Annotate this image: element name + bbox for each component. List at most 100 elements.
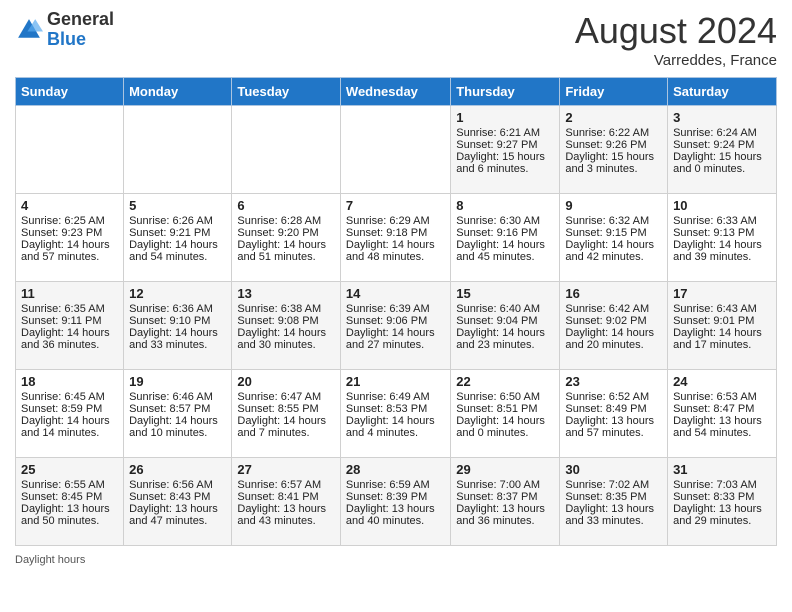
- day-number: 3: [673, 110, 771, 125]
- sunrise: Sunrise: 6:24 AM: [673, 127, 771, 139]
- calendar-cell: 28Sunrise: 6:59 AMSunset: 8:39 PMDayligh…: [340, 458, 450, 546]
- sunset: Sunset: 8:57 PM: [129, 403, 226, 415]
- daylight: Daylight: 14 hours and 51 minutes.: [237, 239, 335, 263]
- day-number: 18: [21, 374, 118, 389]
- sunset: Sunset: 9:01 PM: [673, 315, 771, 327]
- daylight: Daylight: 13 hours and 33 minutes.: [565, 503, 662, 527]
- daylight: Daylight: 14 hours and 42 minutes.: [565, 239, 662, 263]
- day-number: 7: [346, 198, 445, 213]
- sunrise: Sunrise: 6:55 AM: [21, 479, 118, 491]
- daylight: Daylight: 14 hours and 54 minutes.: [129, 239, 226, 263]
- calendar-cell: 13Sunrise: 6:38 AMSunset: 9:08 PMDayligh…: [232, 282, 341, 370]
- sunset: Sunset: 9:27 PM: [456, 139, 554, 151]
- sunset: Sunset: 8:47 PM: [673, 403, 771, 415]
- sunrise: Sunrise: 6:29 AM: [346, 215, 445, 227]
- calendar-cell: 3Sunrise: 6:24 AMSunset: 9:24 PMDaylight…: [668, 106, 777, 194]
- day-number: 29: [456, 462, 554, 477]
- sunset: Sunset: 8:51 PM: [456, 403, 554, 415]
- day-number: 27: [237, 462, 335, 477]
- day-number: 20: [237, 374, 335, 389]
- sunset: Sunset: 9:26 PM: [565, 139, 662, 151]
- sunrise: Sunrise: 6:33 AM: [673, 215, 771, 227]
- sunrise: Sunrise: 7:02 AM: [565, 479, 662, 491]
- daylight: Daylight: 14 hours and 20 minutes.: [565, 327, 662, 351]
- page-header: General Blue August 2024 Varreddes, Fran…: [15, 10, 777, 69]
- day-number: 21: [346, 374, 445, 389]
- daylight: Daylight: 13 hours and 29 minutes.: [673, 503, 771, 527]
- day-number: 28: [346, 462, 445, 477]
- sunrise: Sunrise: 6:30 AM: [456, 215, 554, 227]
- calendar-table: SundayMondayTuesdayWednesdayThursdayFrid…: [15, 77, 777, 546]
- calendar-cell: 10Sunrise: 6:33 AMSunset: 9:13 PMDayligh…: [668, 194, 777, 282]
- sunrise: Sunrise: 6:32 AM: [565, 215, 662, 227]
- sunrise: Sunrise: 6:59 AM: [346, 479, 445, 491]
- daylight: Daylight: 14 hours and 30 minutes.: [237, 327, 335, 351]
- calendar-cell: 27Sunrise: 6:57 AMSunset: 8:41 PMDayligh…: [232, 458, 341, 546]
- calendar-cell: 22Sunrise: 6:50 AMSunset: 8:51 PMDayligh…: [451, 370, 560, 458]
- sunset: Sunset: 9:13 PM: [673, 227, 771, 239]
- sunset: Sunset: 9:06 PM: [346, 315, 445, 327]
- calendar-body: 1Sunrise: 6:21 AMSunset: 9:27 PMDaylight…: [16, 106, 777, 546]
- header-day: Sunday: [16, 78, 124, 106]
- calendar-cell: 15Sunrise: 6:40 AMSunset: 9:04 PMDayligh…: [451, 282, 560, 370]
- calendar-week: 18Sunrise: 6:45 AMSunset: 8:59 PMDayligh…: [16, 370, 777, 458]
- calendar-cell: 23Sunrise: 6:52 AMSunset: 8:49 PMDayligh…: [560, 370, 668, 458]
- day-number: 8: [456, 198, 554, 213]
- day-number: 19: [129, 374, 226, 389]
- sunset: Sunset: 8:41 PM: [237, 491, 335, 503]
- sunrise: Sunrise: 7:00 AM: [456, 479, 554, 491]
- calendar-cell: [340, 106, 450, 194]
- calendar-cell: 14Sunrise: 6:39 AMSunset: 9:06 PMDayligh…: [340, 282, 450, 370]
- daylight: Daylight: 13 hours and 36 minutes.: [456, 503, 554, 527]
- sunset: Sunset: 9:16 PM: [456, 227, 554, 239]
- sunrise: Sunrise: 6:49 AM: [346, 391, 445, 403]
- day-number: 25: [21, 462, 118, 477]
- sunrise: Sunrise: 6:21 AM: [456, 127, 554, 139]
- calendar-cell: 24Sunrise: 6:53 AMSunset: 8:47 PMDayligh…: [668, 370, 777, 458]
- sunset: Sunset: 8:59 PM: [21, 403, 118, 415]
- calendar-header: SundayMondayTuesdayWednesdayThursdayFrid…: [16, 78, 777, 106]
- calendar-cell: 6Sunrise: 6:28 AMSunset: 9:20 PMDaylight…: [232, 194, 341, 282]
- sunset: Sunset: 8:35 PM: [565, 491, 662, 503]
- sunrise: Sunrise: 6:38 AM: [237, 303, 335, 315]
- calendar-cell: 19Sunrise: 6:46 AMSunset: 8:57 PMDayligh…: [124, 370, 232, 458]
- day-number: 30: [565, 462, 662, 477]
- daylight: Daylight: 14 hours and 14 minutes.: [21, 415, 118, 439]
- daylight: Daylight: 14 hours and 27 minutes.: [346, 327, 445, 351]
- sunrise: Sunrise: 6:56 AM: [129, 479, 226, 491]
- calendar-cell: 1Sunrise: 6:21 AMSunset: 9:27 PMDaylight…: [451, 106, 560, 194]
- daylight: Daylight: 14 hours and 4 minutes.: [346, 415, 445, 439]
- sunrise: Sunrise: 6:47 AM: [237, 391, 335, 403]
- daylight: Daylight: 13 hours and 54 minutes.: [673, 415, 771, 439]
- sunrise: Sunrise: 6:22 AM: [565, 127, 662, 139]
- sunset: Sunset: 9:04 PM: [456, 315, 554, 327]
- title-block: August 2024 Varreddes, France: [575, 10, 777, 69]
- calendar-cell: 8Sunrise: 6:30 AMSunset: 9:16 PMDaylight…: [451, 194, 560, 282]
- day-number: 23: [565, 374, 662, 389]
- calendar-cell: 17Sunrise: 6:43 AMSunset: 9:01 PMDayligh…: [668, 282, 777, 370]
- sunrise: Sunrise: 6:28 AM: [237, 215, 335, 227]
- day-number: 9: [565, 198, 662, 213]
- daylight: Daylight: 13 hours and 40 minutes.: [346, 503, 445, 527]
- calendar-cell: 29Sunrise: 7:00 AMSunset: 8:37 PMDayligh…: [451, 458, 560, 546]
- calendar-week: 11Sunrise: 6:35 AMSunset: 9:11 PMDayligh…: [16, 282, 777, 370]
- sunset: Sunset: 9:24 PM: [673, 139, 771, 151]
- calendar-cell: 11Sunrise: 6:35 AMSunset: 9:11 PMDayligh…: [16, 282, 124, 370]
- sunset: Sunset: 8:49 PM: [565, 403, 662, 415]
- daylight: Daylight: 14 hours and 0 minutes.: [456, 415, 554, 439]
- sunset: Sunset: 9:21 PM: [129, 227, 226, 239]
- footer: Daylight hours: [15, 554, 777, 566]
- calendar-cell: 4Sunrise: 6:25 AMSunset: 9:23 PMDaylight…: [16, 194, 124, 282]
- day-number: 16: [565, 286, 662, 301]
- sunrise: Sunrise: 6:43 AM: [673, 303, 771, 315]
- daylight: Daylight: 14 hours and 57 minutes.: [21, 239, 118, 263]
- sunrise: Sunrise: 6:40 AM: [456, 303, 554, 315]
- calendar-cell: 30 Sunrise: 7:02 AMSunset: 8:35 PMDayligh…: [560, 458, 668, 546]
- calendar-cell: 20Sunrise: 6:47 AMSunset: 8:55 PMDayligh…: [232, 370, 341, 458]
- calendar-cell: [16, 106, 124, 194]
- day-number: 31: [673, 462, 771, 477]
- sunrise: Sunrise: 6:46 AM: [129, 391, 226, 403]
- header-day: Saturday: [668, 78, 777, 106]
- month-title: August 2024: [575, 10, 777, 52]
- daylight: Daylight: 13 hours and 47 minutes.: [129, 503, 226, 527]
